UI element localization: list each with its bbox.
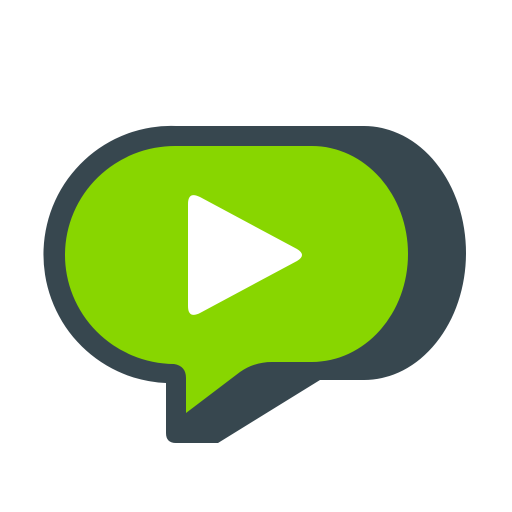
video-chat-bubble-icon [43, 125, 466, 443]
icon-canvas [0, 0, 512, 512]
